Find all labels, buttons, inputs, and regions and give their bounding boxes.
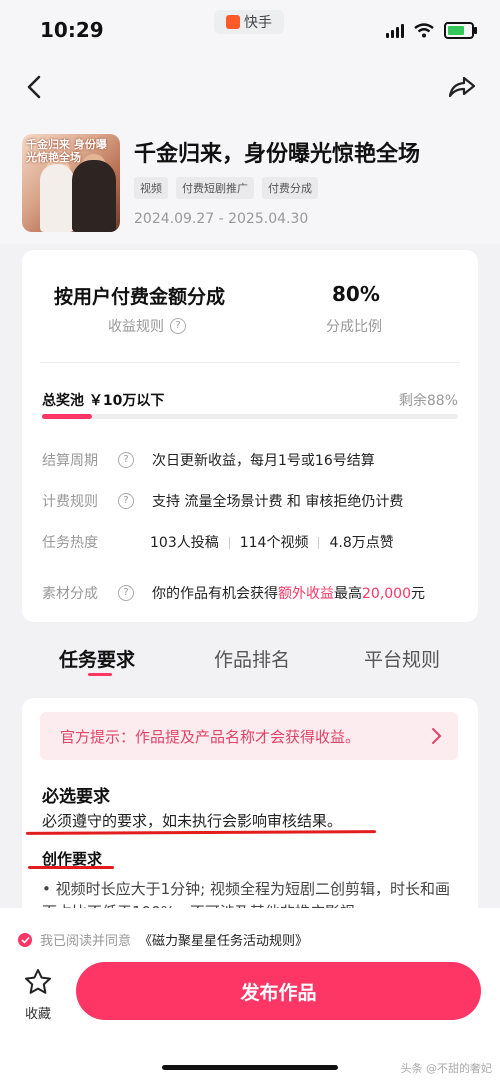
help-icon[interactable]: ? — [118, 493, 134, 509]
tag: 付费分成 — [262, 177, 318, 199]
share-ratio-label: 分成比例 — [326, 319, 382, 335]
drama-title: 千金归来，身份曝光惊艳全场 — [134, 142, 421, 167]
signal-icon — [386, 23, 404, 38]
prize-pool-remaining: 剩余88% — [398, 393, 458, 409]
revenue-rule-value: 按用户付费金额分成 — [54, 286, 226, 308]
publish-button[interactable]: 发布作品 — [76, 962, 481, 1020]
submitter-count: 103人投稿 — [150, 535, 219, 551]
nav-bar — [0, 62, 500, 114]
home-indicator — [162, 1065, 338, 1070]
requirements-card: 官方提示：作品提及产品名称才会获得收益。 必选要求 必须遵守的要求，如未执行会影… — [22, 698, 478, 908]
requirement-bullet: • 视频时长应大于1分钟; 视频全程为短剧二创剪辑，时长和画面占比不低于100%… — [42, 878, 452, 908]
required-section-subtitle: 必须遵守的要求，如未执行会影响审核结果。 — [42, 812, 343, 830]
row-key: 结算周期 — [42, 453, 98, 469]
task-heat-row: 任务热度 103人投稿 114个视频 4.8万点赞 — [42, 532, 458, 552]
back-icon[interactable] — [20, 72, 50, 102]
app-indicator: 快手 — [214, 10, 284, 34]
favorite-label: 收藏 — [24, 1007, 51, 1022]
row-key: 任务热度 — [42, 535, 98, 551]
drama-header: 千金归来 身份曝光惊艳全场 千金归来，身份曝光惊艳全场 视频 付费短剧推广 付费… — [0, 114, 500, 244]
star-icon — [25, 969, 51, 994]
help-icon[interactable]: ? — [118, 452, 134, 468]
share-ratio-value: 80% — [332, 282, 380, 306]
help-icon[interactable]: ? — [170, 318, 186, 334]
material-share-row: 素材分成 ? 你的作品有机会获得额外收益最高20,000元 — [42, 583, 458, 603]
prize-pool-progress — [42, 414, 458, 419]
tab-task-requirements[interactable]: 任务要求 — [59, 645, 135, 672]
row-value: 103人投稿 114个视频 4.8万点赞 — [150, 532, 394, 552]
tab-work-ranking[interactable]: 作品排名 — [214, 645, 290, 672]
video-count: 114个视频 — [239, 535, 309, 551]
help-icon[interactable]: ? — [118, 585, 134, 601]
kuaishou-logo-icon — [226, 15, 240, 29]
requirement-bullet-text: 视频时长应大于1分钟; 视频全程为短剧二创剪辑，时长和画面占比不低于100%，不… — [42, 880, 450, 908]
tag: 视频 — [134, 177, 168, 199]
favorite-button[interactable]: 收藏 — [20, 968, 56, 1022]
battery-icon — [444, 22, 477, 39]
tab-platform-rules[interactable]: 平台规则 — [364, 645, 440, 672]
status-icons — [386, 22, 477, 39]
like-count: 4.8万点赞 — [329, 535, 394, 551]
prize-pool-label: 总奖池 ￥10万以下 — [42, 393, 165, 409]
settlement-cycle-row: 结算周期 ? 次日更新收益，每月1号或16号结算 — [42, 450, 458, 470]
material-text: 元 — [411, 586, 425, 602]
material-highlight: 20,000 — [362, 586, 411, 602]
annotation-underline — [25, 830, 377, 835]
watermark: 头条 @不甜的奢妃 — [400, 1062, 493, 1075]
material-text: 最高 — [334, 586, 362, 602]
tag-list: 视频 付费短剧推广 付费分成 — [134, 177, 318, 199]
active-tab-indicator — [88, 673, 112, 676]
material-text: 你的作品有机会获得 — [152, 586, 278, 602]
annotation-underline — [28, 866, 114, 869]
agreement-rules-link[interactable]: 《磁力聚星星任务活动规则》 — [139, 930, 308, 949]
task-summary-card: 按用户付费金额分成 收益规则 ? 80% 分成比例 总奖池 ￥10万以下 剩余8… — [22, 250, 478, 622]
notice-text: 官方提示：作品提及产品名称才会获得收益。 — [60, 727, 361, 746]
checkbox-checked-icon[interactable] — [18, 932, 32, 947]
app-name: 快手 — [244, 15, 272, 31]
prize-pool-progress-fill — [42, 414, 92, 419]
row-value: 支持 流量全场景计费 和 审核拒绝仍计费 — [152, 494, 404, 510]
status-bar: 10:29 快手 — [0, 0, 500, 62]
row-value: 你的作品有机会获得额外收益最高20,000元 — [152, 583, 425, 603]
row-key: 素材分成 — [42, 586, 98, 602]
billing-rule-row: 计费规则 ? 支持 流量全场景计费 和 审核拒绝仍计费 — [42, 491, 458, 511]
row-value: 次日更新收益，每月1号或16号结算 — [152, 453, 375, 469]
agreement-row[interactable]: 我已阅读并同意 《磁力聚星星任务活动规则》 — [18, 930, 308, 949]
wifi-icon — [414, 23, 434, 38]
drama-cover-image[interactable]: 千金归来 身份曝光惊艳全场 — [22, 134, 120, 232]
date-range: 2024.09.27 - 2025.04.30 — [134, 211, 309, 227]
row-key: 计费规则 — [42, 494, 98, 510]
cover-title-text: 千金归来 身份曝光惊艳全场 — [26, 138, 107, 164]
material-highlight: 额外收益 — [278, 586, 334, 602]
required-section-title: 必选要求 — [42, 787, 110, 807]
bottom-action-bar: 我已阅读并同意 《磁力聚星星任务活动规则》 收藏 发布作品 头条 @不甜的奢妃 — [0, 908, 500, 1082]
chevron-right-icon — [432, 728, 442, 744]
official-notice-banner[interactable]: 官方提示：作品提及产品名称才会获得收益。 — [40, 712, 458, 760]
divider — [40, 362, 460, 363]
revenue-rule-label-text: 收益规则 — [108, 319, 164, 335]
tag: 付费短剧推广 — [176, 177, 254, 199]
revenue-rule-label[interactable]: 收益规则 ? — [108, 316, 186, 336]
agreement-text: 我已阅读并同意 — [40, 934, 132, 949]
share-icon[interactable] — [446, 72, 478, 102]
status-time: 10:29 — [40, 18, 104, 42]
